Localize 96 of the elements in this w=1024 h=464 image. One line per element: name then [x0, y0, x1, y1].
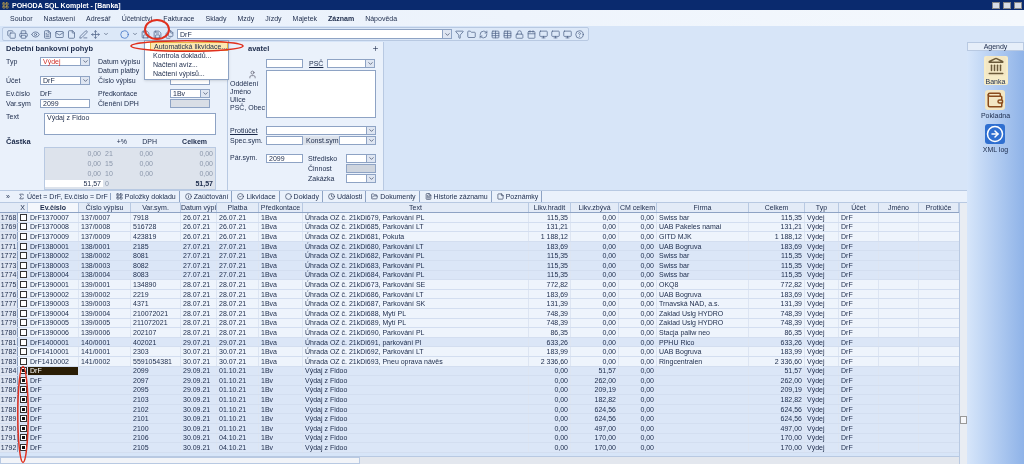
dropdown-button[interactable]: [366, 127, 375, 134]
caret-icon[interactable]: [103, 31, 109, 37]
row-checkbox[interactable]: [19, 290, 27, 298]
row-checkbox[interactable]: [19, 242, 27, 250]
sigma-icon: [18, 193, 25, 200]
row-checkbox[interactable]: [19, 348, 27, 356]
caret-icon: [366, 59, 374, 67]
dropdown-button[interactable]: [366, 137, 375, 144]
row-checkbox[interactable]: [19, 261, 27, 269]
input-field[interactable]: [266, 58, 303, 68]
account-combo[interactable]: [266, 126, 376, 135]
dropdown-button[interactable]: [80, 76, 89, 84]
circle-icon[interactable]: [120, 29, 129, 39]
tab-icon: [327, 193, 335, 200]
wallet-icon: [986, 91, 1005, 109]
row-checkbox[interactable]: [19, 223, 27, 231]
tab-icon: [284, 193, 292, 200]
caret-icon: [81, 76, 89, 84]
row-checkbox[interactable]: [19, 319, 27, 327]
input-field[interactable]: [170, 98, 210, 108]
filter-icon[interactable]: [455, 29, 464, 39]
files-icon[interactable]: [165, 29, 174, 39]
row-checkbox[interactable]: [19, 434, 27, 442]
dropdown-button[interactable]: [366, 155, 375, 162]
arrow-circle-icon: [986, 125, 1005, 143]
row-checkbox[interactable]: [19, 444, 27, 452]
row-checkbox[interactable]: [19, 376, 27, 384]
printer-icon[interactable]: [19, 29, 28, 39]
psc-combo[interactable]: [327, 58, 375, 68]
vertical-scrollbar[interactable]: [959, 203, 967, 464]
person-icon[interactable]: [248, 70, 257, 79]
dropdown-button[interactable]: [200, 89, 209, 97]
row-checkbox[interactable]: [19, 396, 27, 404]
monitor-icon[interactable]: [551, 29, 560, 39]
help-icon[interactable]: [575, 29, 584, 39]
calendar-icon[interactable]: [527, 29, 536, 39]
caret-icon: [81, 57, 89, 65]
copy-icon[interactable]: [7, 29, 16, 39]
row-checkbox[interactable]: [19, 300, 27, 308]
document-icon[interactable]: [43, 29, 52, 39]
row-checkbox[interactable]: [19, 271, 27, 279]
cinnost-combo[interactable]: [346, 164, 376, 173]
zakazka-combo[interactable]: [346, 174, 376, 183]
dropdown-button[interactable]: [366, 175, 375, 182]
folder-icon[interactable]: [467, 29, 476, 39]
stredisko-combo[interactable]: [346, 154, 376, 163]
table-icon[interactable]: [503, 29, 512, 39]
tab-icon: [237, 193, 245, 200]
row-checkbox[interactable]: [19, 233, 27, 240]
mail-icon[interactable]: [55, 29, 64, 39]
table-icon[interactable]: [491, 29, 500, 39]
tab-icon: [115, 193, 123, 200]
lock-icon[interactable]: [515, 29, 524, 39]
eye-icon[interactable]: [31, 29, 40, 39]
row-checkbox[interactable]: [19, 280, 27, 288]
row-checkbox[interactable]: [19, 424, 27, 432]
monitor-icon[interactable]: [539, 29, 548, 39]
row-checkbox[interactable]: [19, 252, 27, 260]
address-field[interactable]: [266, 70, 376, 118]
row-checkbox[interactable]: [19, 357, 27, 365]
save-icon[interactable]: [153, 29, 162, 39]
bank-icon: [986, 57, 1005, 75]
konst-sym-combo[interactable]: [339, 136, 376, 145]
row-checkbox[interactable]: [19, 405, 27, 413]
pen-icon[interactable]: [79, 29, 88, 39]
plus-icon[interactable]: [372, 45, 379, 52]
app-icon: [2, 1, 9, 9]
move-icon[interactable]: [91, 29, 100, 39]
caret-icon: [201, 89, 209, 97]
row-checkbox[interactable]: [19, 367, 27, 375]
caret-icon[interactable]: [132, 31, 138, 37]
row-checkbox[interactable]: [19, 328, 27, 336]
save-icon[interactable]: [141, 29, 150, 39]
row-checkbox[interactable]: [19, 415, 27, 423]
close-button[interactable]: [1014, 1, 1022, 9]
row-checkbox[interactable]: [19, 386, 27, 394]
tab-icon: [496, 193, 504, 200]
row-checkbox[interactable]: [19, 309, 27, 317]
monitor-icon[interactable]: [563, 29, 572, 39]
row-checkbox[interactable]: [19, 338, 27, 346]
dropdown-button[interactable]: [80, 57, 89, 65]
tab-icon: [184, 193, 192, 200]
caret-icon: [367, 175, 375, 182]
page-icon[interactable]: [67, 29, 76, 39]
refresh-icon[interactable]: [479, 29, 488, 39]
dropdown-button[interactable]: [442, 30, 451, 38]
minimize-button[interactable]: [992, 1, 1000, 9]
tab-icon: [424, 193, 432, 200]
horizontal-scrollbar[interactable]: [0, 456, 959, 464]
input-field[interactable]: [266, 136, 303, 145]
caret-icon: [367, 155, 375, 162]
caret-icon: [443, 30, 451, 38]
dropdown-button[interactable]: [365, 59, 374, 67]
restore-button[interactable]: [1003, 1, 1011, 9]
tab-icon: [371, 193, 379, 200]
row-checkbox[interactable]: [19, 213, 27, 221]
